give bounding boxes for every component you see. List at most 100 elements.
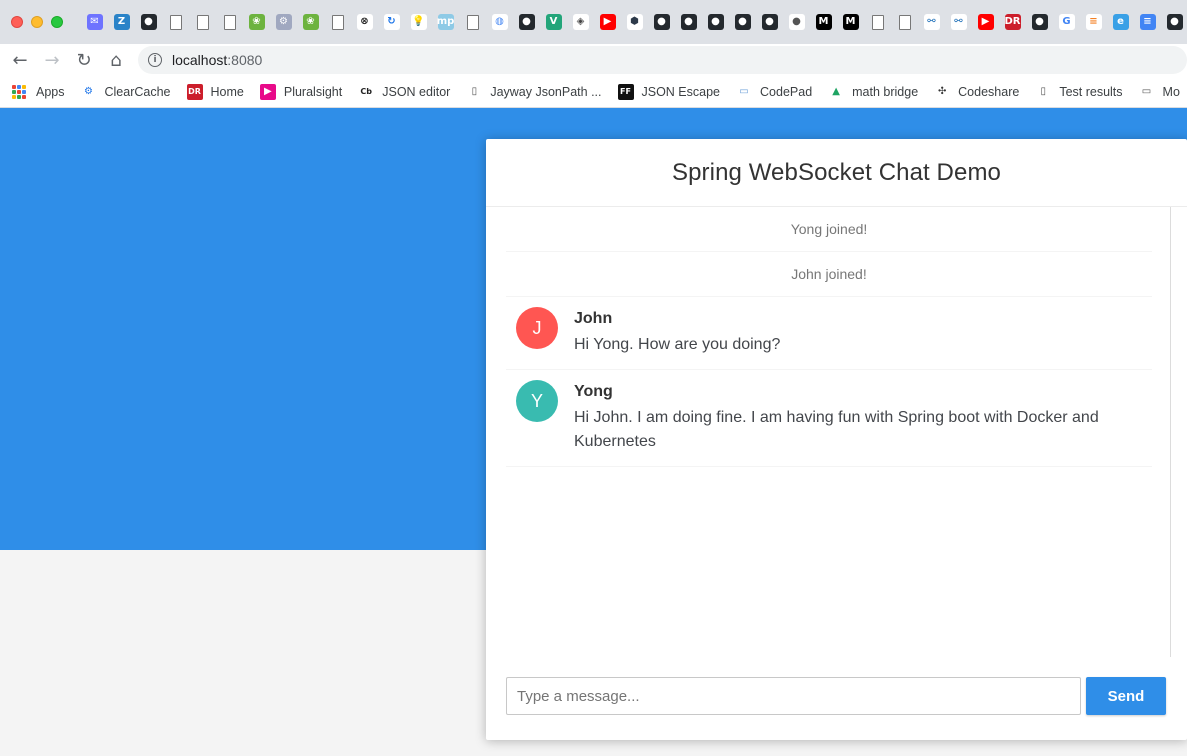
medium-icon: M xyxy=(815,14,832,30)
event-text: Yong joined! xyxy=(790,221,868,237)
forward-button[interactable]: → xyxy=(36,46,68,74)
message-area-scrollbar[interactable] xyxy=(1170,207,1171,657)
pinned-tab[interactable]: ▶ xyxy=(972,6,999,38)
pinned-tab[interactable]: mp xyxy=(432,6,459,38)
bookmark-label: CodePad xyxy=(760,84,813,99)
pinned-tab[interactable]: ● xyxy=(648,6,675,38)
bookmark-item[interactable]: ▲ math bridge xyxy=(828,84,918,100)
bookmark-label: ClearCache xyxy=(104,84,171,99)
bookmark-label: Home xyxy=(210,84,244,99)
reload-button[interactable]: ↻ xyxy=(68,46,100,74)
pinned-tab[interactable]: ⊗ xyxy=(351,6,378,38)
message-sender: Yong xyxy=(574,383,613,400)
edge-icon: e xyxy=(1112,14,1129,30)
pinned-tab[interactable]: ● xyxy=(702,6,729,38)
pinned-tab[interactable]: 💡 xyxy=(405,6,432,38)
pinned-tab[interactable]: Z xyxy=(108,6,135,38)
pinned-tab[interactable]: ● xyxy=(1161,6,1187,38)
back-button[interactable]: ← xyxy=(4,46,36,74)
pinned-tab[interactable] xyxy=(216,6,243,38)
gear-icon: ⚙ xyxy=(84,86,93,97)
send-button[interactable]: Send xyxy=(1086,677,1166,715)
chat-title: Spring WebSocket Chat Demo xyxy=(672,158,1001,186)
youtube-icon: ▶ xyxy=(977,14,994,30)
globe-icon: ◍ xyxy=(491,14,508,30)
bookmark-item[interactable]: ✣ Codeshare xyxy=(934,84,1019,100)
pinned-tab[interactable] xyxy=(459,6,486,38)
page-icon xyxy=(871,14,884,30)
pinned-tab[interactable]: ≡ xyxy=(1080,6,1107,38)
pinned-tab[interactable]: ↻ xyxy=(378,6,405,38)
pinned-tab[interactable]: ◈ xyxy=(567,6,594,38)
pinned-tab[interactable]: M xyxy=(810,6,837,38)
avatar: Y xyxy=(516,380,558,422)
browser-toolbar: ← → ↻ ⌂ i localhost :8080 xyxy=(0,44,1187,76)
bookmark-item[interactable]: ▭ Mo xyxy=(1139,84,1180,100)
pinned-tab[interactable]: ❀ xyxy=(243,6,270,38)
bookmark-item[interactable]: DR Home xyxy=(186,83,244,100)
pinned-tab[interactable]: e xyxy=(1107,6,1134,38)
event-message: John joined! xyxy=(506,252,1152,297)
pinned-tab[interactable]: ◍ xyxy=(486,6,513,38)
settings-icon: ⚙ xyxy=(275,14,292,30)
pinned-tab[interactable]: ⚯ xyxy=(918,6,945,38)
pinned-tab[interactable]: ✉ xyxy=(81,6,108,38)
pinned-tab[interactable]: ● xyxy=(1026,6,1053,38)
bookmark-label: Mo xyxy=(1162,84,1180,99)
folder-icon: ▭ xyxy=(1141,86,1152,97)
bulb-icon: 💡 xyxy=(410,14,427,30)
pinned-tab[interactable] xyxy=(162,6,189,38)
bookmark-item[interactable]: Cb JSON editor xyxy=(358,84,450,100)
reload-icon: ↻ xyxy=(76,49,92,71)
pinned-tab[interactable]: ≡ xyxy=(1134,6,1161,38)
youtube-icon: ▶ xyxy=(599,14,616,30)
pinned-tab[interactable]: ⚙ xyxy=(270,6,297,38)
pinned-tab[interactable]: ● xyxy=(675,6,702,38)
bookmark-item[interactable]: ▶ Pluralsight xyxy=(259,83,343,100)
pinned-tab[interactable]: DR xyxy=(999,6,1026,38)
pinned-tab[interactable]: ⬢ xyxy=(621,6,648,38)
pinned-tab[interactable] xyxy=(864,6,891,38)
github-icon: ● xyxy=(761,14,778,30)
pinned-tab[interactable]: V xyxy=(540,6,567,38)
close-window-button[interactable] xyxy=(11,16,23,28)
bookmark-item[interactable]: ▭ CodePad xyxy=(736,84,812,100)
pinned-tab[interactable]: ● xyxy=(729,6,756,38)
drive-icon: ▲ xyxy=(832,86,840,97)
pinned-tab[interactable]: ● xyxy=(783,6,810,38)
page-icon xyxy=(169,14,182,30)
pinned-tab[interactable]: ❀ xyxy=(297,6,324,38)
pinned-tab[interactable] xyxy=(189,6,216,38)
pinned-tab[interactable]: G xyxy=(1053,6,1080,38)
mail-icon: ✉ xyxy=(86,14,103,30)
docs-icon: ≡ xyxy=(1139,14,1156,30)
spring-icon: ❀ xyxy=(302,14,319,30)
page-icon xyxy=(223,14,236,30)
bookmark-item[interactable]: ⚙ ClearCache xyxy=(81,84,171,100)
medium-icon: M xyxy=(842,14,859,30)
zotero-icon: Z xyxy=(113,14,130,30)
address-bar[interactable]: i localhost :8080 xyxy=(138,46,1187,74)
maximize-window-button[interactable] xyxy=(51,16,63,28)
pinned-tab[interactable]: ⚯ xyxy=(945,6,972,38)
bookmark-item[interactable]: ▯ Test results xyxy=(1035,84,1123,100)
pinned-tab[interactable]: ● xyxy=(135,6,162,38)
pinned-tab[interactable]: ▶ xyxy=(594,6,621,38)
info-icon[interactable]: i xyxy=(148,53,162,67)
pinned-tab[interactable]: ● xyxy=(513,6,540,38)
pinned-tab[interactable] xyxy=(891,6,918,38)
diamond-icon: ◈ xyxy=(572,14,589,30)
pinned-tab[interactable]: M xyxy=(837,6,864,38)
message-form: Send xyxy=(506,677,1166,715)
minimize-window-button[interactable] xyxy=(31,16,43,28)
bookmark-label: Pluralsight xyxy=(283,84,343,99)
pinned-tab[interactable] xyxy=(324,6,351,38)
bookmark-item[interactable]: Apps xyxy=(12,84,65,99)
bookmark-item[interactable]: ▯ Jayway JsonPath ... xyxy=(466,84,602,100)
pinned-tab[interactable]: ● xyxy=(756,6,783,38)
message-area[interactable]: Yong joined! John joined! J John Hi Yong… xyxy=(506,207,1152,657)
message-input[interactable] xyxy=(506,677,1081,715)
bookmark-item[interactable]: FF JSON Escape xyxy=(617,83,720,100)
pinned-tabs: ✉Z●❀⚙❀⊗↻💡mp◍●V◈▶⬢●●●●●●MM⚯⚯▶DR●G≡e≡●G xyxy=(81,6,1187,38)
home-button[interactable]: ⌂ xyxy=(100,46,132,74)
